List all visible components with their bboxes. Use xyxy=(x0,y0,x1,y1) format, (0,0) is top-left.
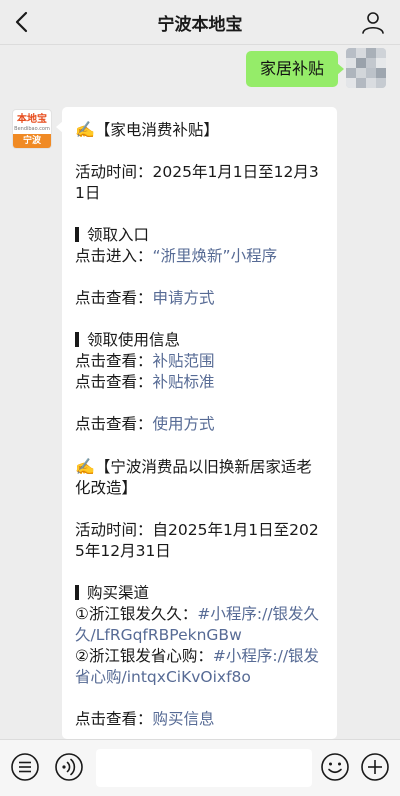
emoji-icon[interactable] xyxy=(320,752,350,782)
plus-icon[interactable] xyxy=(360,752,390,782)
section2-title-line: ✍️【宁波消费品以旧换新居家适老化改造】 xyxy=(75,456,325,499)
incoming-message: ✍️【家电消费补贴】 活动时间：2025年1月1日至12月31日 领取入口 点击… xyxy=(62,107,337,739)
section2-heading-channels: 购买渠道 xyxy=(87,584,150,602)
buy-line: 点击查看：购买信息 xyxy=(75,709,325,730)
section1-title: 【家电消费补贴】 xyxy=(94,121,219,139)
bot-logo-city: 宁波 xyxy=(13,134,51,148)
outgoing-message-text: 家居补贴 xyxy=(259,59,324,78)
section2-title: 【宁波消费品以旧换新居家适老化改造】 xyxy=(75,458,312,497)
section2-time: 活动时间：自2025年1月1日至2025年12月31日 xyxy=(75,521,319,560)
bot-avatar[interactable]: 本地宝 Bendibao.com 宁波 xyxy=(12,109,52,149)
standard-prefix: 点击查看： xyxy=(75,373,153,391)
chat-title: 宁波本地宝 xyxy=(157,14,243,35)
scope-line: 点击查看：补贴范围 xyxy=(75,351,325,372)
apply-method-link[interactable]: 申请方式 xyxy=(153,289,215,307)
input-bar xyxy=(0,739,400,796)
standard-line: 点击查看：补贴标准 xyxy=(75,372,325,393)
section1-heading-use-line: 领取使用信息 xyxy=(75,330,325,351)
apply-prefix: 点击查看： xyxy=(75,289,153,307)
section1-time: 活动时间：2025年1月1日至12月31日 xyxy=(75,163,319,202)
user-avatar[interactable] xyxy=(346,48,386,88)
usage-method-link[interactable]: 使用方式 xyxy=(153,415,215,433)
purchase-info-link[interactable]: 购买信息 xyxy=(153,710,215,728)
heading-bar xyxy=(75,585,79,600)
scope-prefix: 点击查看： xyxy=(75,352,153,370)
subsidy-standard-link[interactable]: 补贴标准 xyxy=(153,373,215,391)
entry-link[interactable]: “浙里焕新”小程序 xyxy=(153,247,278,265)
section1-heading-entry: 领取入口 xyxy=(87,226,150,244)
writing-hand-icon: ✍️ xyxy=(75,457,95,476)
subsidy-scope-link[interactable]: 补贴范围 xyxy=(153,352,215,370)
back-arrow-icon[interactable] xyxy=(10,9,36,35)
channel1-prefix: ①浙江银发久久： xyxy=(75,605,198,623)
profile-icon[interactable] xyxy=(360,9,386,35)
section1-heading-entry-line: 领取入口 xyxy=(75,225,325,246)
heading-bar xyxy=(75,227,79,242)
channel2-prefix: ②浙江银发省心购： xyxy=(75,647,213,665)
writing-hand-icon: ✍️ xyxy=(75,120,95,139)
use-prefix: 点击查看： xyxy=(75,415,153,433)
bot-logo-text: 本地宝 xyxy=(17,114,47,125)
buy-prefix: 点击查看： xyxy=(75,710,153,728)
use-line: 点击查看：使用方式 xyxy=(75,414,325,435)
voice-icon[interactable] xyxy=(54,752,84,782)
bot-logo-subtext: Bendibao.com xyxy=(14,126,50,132)
channel2-line: ②浙江银发省心购：#小程序://银发省心购/intqxCiKvOixf8o xyxy=(75,646,325,688)
outgoing-message[interactable]: 家居补贴 xyxy=(245,51,345,87)
apply-line: 点击查看：申请方式 xyxy=(75,288,325,309)
entry-line: 点击进入：“浙里焕新”小程序 xyxy=(75,246,325,267)
message-input[interactable] xyxy=(96,749,312,787)
channel1-line: ①浙江银发久久：#小程序://银发久久/LfRGqfRBPeknGBw xyxy=(75,604,325,646)
top-bar: 宁波本地宝 xyxy=(0,0,400,45)
section1-title-line: ✍️【家电消费补贴】 xyxy=(75,119,325,141)
menu-list-icon[interactable] xyxy=(10,752,40,782)
section1-heading-use: 领取使用信息 xyxy=(87,331,181,349)
heading-bar xyxy=(75,332,79,347)
section2-heading-line: 购买渠道 xyxy=(75,583,325,604)
entry-prefix: 点击进入： xyxy=(75,247,153,265)
